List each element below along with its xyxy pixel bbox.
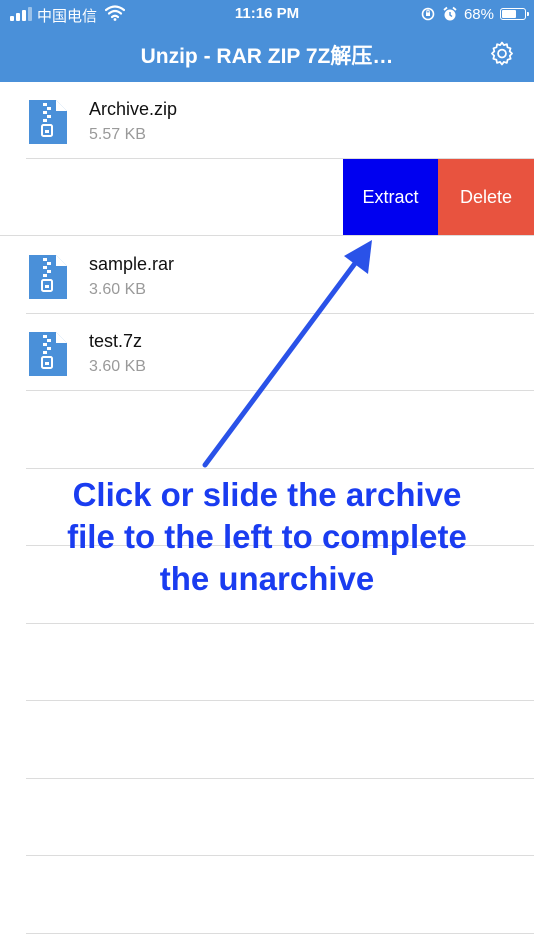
row-divider xyxy=(26,700,534,701)
file-size: 3.60 KB xyxy=(89,358,146,375)
empty-row xyxy=(0,779,534,856)
battery-level xyxy=(502,10,517,18)
file-size: 3.60 KB xyxy=(89,281,146,298)
instruction-line: the unarchive xyxy=(159,560,375,597)
status-right: 68% xyxy=(420,5,529,23)
instruction-text: Click or slide the archive file to the l… xyxy=(0,474,534,600)
zip-file-icon xyxy=(29,332,67,376)
file-row-swiped[interactable]: Extract Delete xyxy=(0,159,534,236)
instruction-line: file to the left to complete xyxy=(67,518,467,555)
row-divider xyxy=(0,235,534,236)
orientation-lock-icon xyxy=(421,7,435,21)
row-divider xyxy=(26,390,534,391)
row-divider xyxy=(26,933,534,934)
gear-icon[interactable] xyxy=(488,40,516,68)
battery-icon xyxy=(500,8,529,20)
top-bar: 中国电信 11:16 PM 68% Unzip - RAR ZIP 7Z解压… xyxy=(0,0,534,82)
file-size: 5.57 KB xyxy=(89,126,146,143)
extract-button[interactable]: Extract xyxy=(343,159,438,236)
empty-row xyxy=(0,857,534,934)
instruction-line: Click or slide the archive xyxy=(72,476,462,513)
file-name: sample.rar xyxy=(89,254,175,274)
empty-row xyxy=(0,702,534,779)
delete-button[interactable]: Delete xyxy=(438,159,534,236)
file-name: test.7z xyxy=(89,331,143,351)
empty-row xyxy=(0,392,534,469)
file-row-test-7z[interactable]: test.7z 3.60 KB xyxy=(0,314,534,391)
empty-row xyxy=(0,624,534,701)
status-bar: 中国电信 11:16 PM 68% xyxy=(0,0,534,28)
alarm-icon xyxy=(443,6,457,21)
battery-percent: 68% xyxy=(463,5,494,23)
file-name: Archive.zip xyxy=(89,99,178,119)
row-divider xyxy=(26,855,534,856)
zip-file-icon xyxy=(29,100,67,144)
file-row-archive-zip[interactable]: Archive.zip 5.57 KB xyxy=(0,82,534,159)
nav-title: Unzip - RAR ZIP 7Z解压… xyxy=(140,45,394,68)
zip-file-icon xyxy=(29,255,67,299)
file-row-sample-rar[interactable]: sample.rar 3.60 KB xyxy=(0,237,534,314)
